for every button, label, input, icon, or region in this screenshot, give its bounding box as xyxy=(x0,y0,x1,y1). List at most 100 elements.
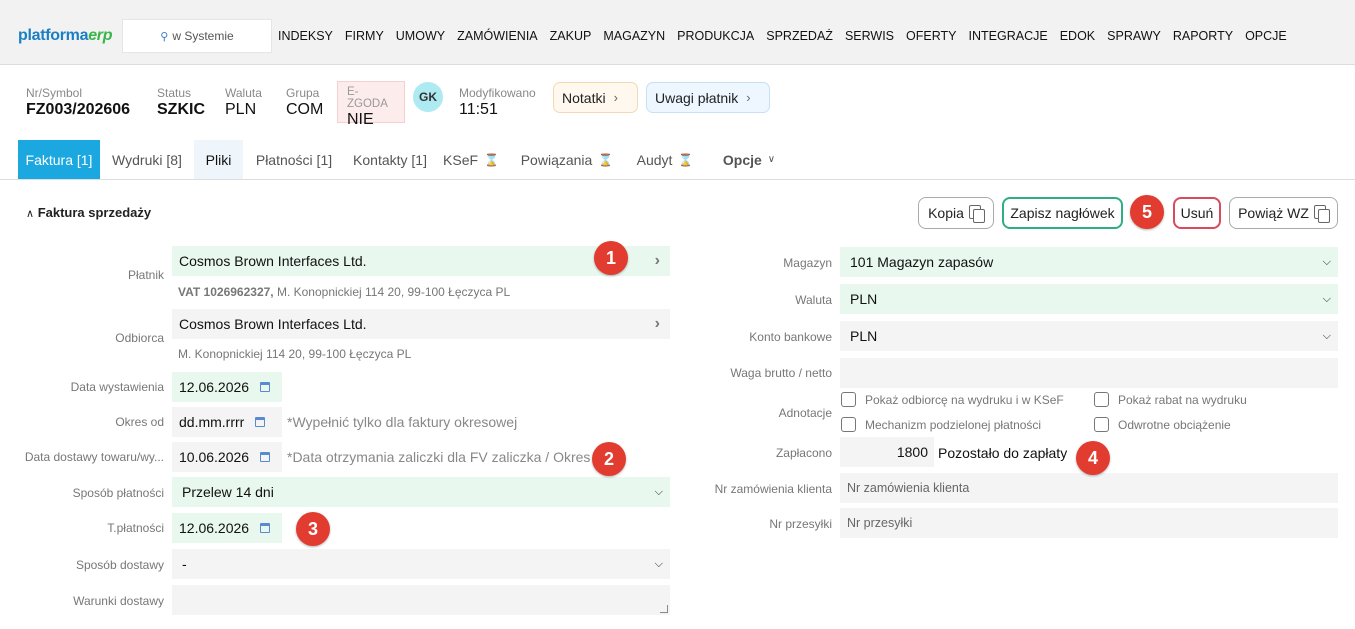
tab-kontakty[interactable]: Kontakty [1] xyxy=(346,140,434,179)
shipment-placeholder: Nr przesyłki xyxy=(847,516,913,530)
menu-item-opcje[interactable]: OPCJE xyxy=(1245,29,1287,43)
symbol-label: Nr/Symbol xyxy=(26,86,83,100)
payer-remarks-button[interactable]: Uwagi płatnik › xyxy=(646,82,770,113)
menu-item-indeksy[interactable]: INDEKSY xyxy=(278,29,333,43)
menu-item-edok[interactable]: EDOK xyxy=(1060,29,1095,43)
recipient-field[interactable]: Cosmos Brown Interfaces Ltd. › xyxy=(172,309,670,339)
currency-select[interactable]: PLN ⌵ xyxy=(840,284,1338,314)
warehouse-select[interactable]: 101 Magazyn zapasów ⌵ xyxy=(840,247,1338,277)
tab-pliki[interactable]: Pliki xyxy=(194,140,243,179)
notes-label: Notatki xyxy=(562,89,606,106)
symbol-value: FZ003/202606 xyxy=(26,101,131,118)
modified-label: Modyfikowano xyxy=(459,86,536,100)
delete-button[interactable]: Usuń xyxy=(1173,197,1221,229)
menu-item-firmy[interactable]: FIRMY xyxy=(345,29,384,43)
hourglass-icon: ⌛ xyxy=(484,152,499,167)
delivery-date-value: 10.06.2026 xyxy=(179,449,250,465)
menu-item-sprzedaż[interactable]: SPRZEDAŻ xyxy=(766,29,833,43)
payment-method-label: Sposób płatności xyxy=(72,486,164,500)
delivery-terms-textarea[interactable] xyxy=(172,585,670,615)
menu-item-produkcja[interactable]: PRODUKCJA xyxy=(677,29,754,43)
hourglass-icon: ⌛ xyxy=(598,152,614,167)
status-label: Status xyxy=(157,86,192,100)
client-order-input[interactable]: Nr zamówienia klienta xyxy=(840,473,1338,503)
client-order-placeholder: Nr zamówienia klienta xyxy=(847,481,970,495)
warehouse-value: 101 Magazyn zapasów xyxy=(850,254,994,270)
e-zgoda-value: NIE xyxy=(347,111,374,128)
delivery-date-label: Data dostawy towaru/wy... xyxy=(24,450,164,464)
tab-platnosci[interactable]: Płatności [1] xyxy=(248,140,340,179)
tab-audyt[interactable]: Audyt ⌛ xyxy=(630,140,700,179)
payment-date-input[interactable]: 12.06.2026 xyxy=(172,513,282,543)
currency-value: PLN xyxy=(225,101,257,118)
tab-powiazania[interactable]: Powiązania ⌛ xyxy=(515,140,619,179)
save-header-label: Zapisz nagłówek xyxy=(1010,205,1115,221)
resize-handle-icon[interactable] xyxy=(660,605,668,613)
marker-badge-2: 2 xyxy=(592,442,626,476)
calendar-icon[interactable] xyxy=(255,417,266,427)
tab-wydruki[interactable]: Wydruki [8] xyxy=(104,140,190,179)
paid-amount-input[interactable]: 1800 xyxy=(840,437,934,467)
menu-item-zamówienia[interactable]: ZAMÓWIENIA xyxy=(457,29,538,43)
menu-item-magazyn[interactable]: MAGAZYN xyxy=(603,29,665,43)
show-discount-checkbox[interactable] xyxy=(1094,392,1109,407)
delivery-method-select[interactable]: - ⌵ xyxy=(172,549,670,579)
menu-item-sprawy[interactable]: SPRAWY xyxy=(1107,29,1161,43)
calendar-icon[interactable] xyxy=(260,452,271,462)
chevron-right-icon[interactable]: › xyxy=(655,252,660,270)
show-recipient-checkbox[interactable] xyxy=(841,392,856,407)
menu-item-zakup[interactable]: ZAKUP xyxy=(550,29,592,43)
user-avatar[interactable]: GK xyxy=(413,82,443,112)
bank-account-select[interactable]: PLN ⌵ xyxy=(840,321,1338,351)
tab-audyt-label: Audyt xyxy=(636,151,673,168)
issue-date-input[interactable]: 12.06.2026 xyxy=(172,372,282,402)
period-from-value: dd.mm.rrrr xyxy=(179,414,245,430)
menu-item-integracje[interactable]: INTEGRACJE xyxy=(969,29,1048,43)
chevron-down-icon: ⌵ xyxy=(654,557,663,570)
calendar-icon[interactable] xyxy=(260,382,271,392)
period-from-input[interactable]: dd.mm.rrrr xyxy=(172,407,282,437)
modified-block: Modyfikowano 11:51 xyxy=(459,86,536,119)
menu-item-oferty[interactable]: OFERTY xyxy=(906,29,956,43)
tab-bar: Faktura [1] Wydruki [8] Pliki Płatności … xyxy=(0,140,1355,180)
recipient-address: M. Konopnickiej 114 20, 99-100 Łęczyca P… xyxy=(178,347,412,361)
payment-method-select[interactable]: Przelew 14 dni ⌵ xyxy=(172,477,670,507)
calendar-icon[interactable] xyxy=(260,523,271,533)
copy-icon xyxy=(1313,204,1330,223)
system-search-input[interactable]: ⚲ w Systemie xyxy=(122,19,272,53)
section-toggle[interactable]: ∧ Faktura sprzedaży xyxy=(26,205,151,220)
marker-badge-5: 5 xyxy=(1130,195,1164,229)
split-payment-checkbox[interactable] xyxy=(841,417,856,432)
weight-input[interactable] xyxy=(840,358,1338,388)
period-hint: *Wypełnić tylko dla faktury okresowej xyxy=(287,414,518,430)
payer-details: VAT 1026962327, M. Konopnickiej 114 20, … xyxy=(178,285,510,299)
delivery-date-hint: *Data otrzymania zaliczki dla FV zaliczk… xyxy=(287,449,591,465)
show-recipient-label: Pokaż odbiorcę na wydruku i w KSeF xyxy=(865,393,1064,407)
e-zgoda-label: E-ZGODA xyxy=(347,86,388,110)
hourglass-icon: ⌛ xyxy=(678,152,694,167)
copy-button[interactable]: Kopia xyxy=(918,197,994,229)
tab-faktura[interactable]: Faktura [1] xyxy=(18,140,100,179)
tab-ksef[interactable]: KSeF ⌛ xyxy=(440,140,502,179)
shipment-input[interactable]: Nr przesyłki xyxy=(840,508,1338,538)
chevron-right-icon[interactable]: › xyxy=(655,315,660,333)
menu-item-umowy[interactable]: UMOWY xyxy=(396,29,445,43)
tab-powiazania-label: Powiązania xyxy=(520,151,593,168)
tab-faktura-label: Faktura [1] xyxy=(25,151,93,168)
delivery-date-input[interactable]: 10.06.2026 xyxy=(172,442,282,472)
remaining-label: Pozostało do zapłaty xyxy=(938,445,1068,461)
platforma-erp-logo[interactable]: platformaerp xyxy=(18,27,113,45)
reverse-charge-checkbox[interactable] xyxy=(1094,417,1109,432)
save-header-button[interactable]: Zapisz nagłówek xyxy=(1002,197,1123,229)
main-menu: INDEKSY FIRMY UMOWY ZAMÓWIENIA ZAKUP MAGAZYN P… xyxy=(278,29,1299,43)
delivery-method-value: - xyxy=(182,556,187,572)
chevron-down-icon: ⌵ xyxy=(1322,329,1331,342)
tab-opcje-dropdown[interactable]: Opcje ∨ xyxy=(716,140,782,179)
marker-badge-3: 3 xyxy=(296,512,330,546)
menu-item-serwis[interactable]: SERWIS xyxy=(845,29,894,43)
menu-item-raporty[interactable]: RAPORTY xyxy=(1173,29,1233,43)
notes-button[interactable]: Notatki › xyxy=(553,82,638,113)
link-wz-button[interactable]: Powiąż WZ xyxy=(1229,197,1338,229)
search-placeholder: w Systemie xyxy=(172,29,234,43)
link-wz-label: Powiąż WZ xyxy=(1238,205,1309,221)
